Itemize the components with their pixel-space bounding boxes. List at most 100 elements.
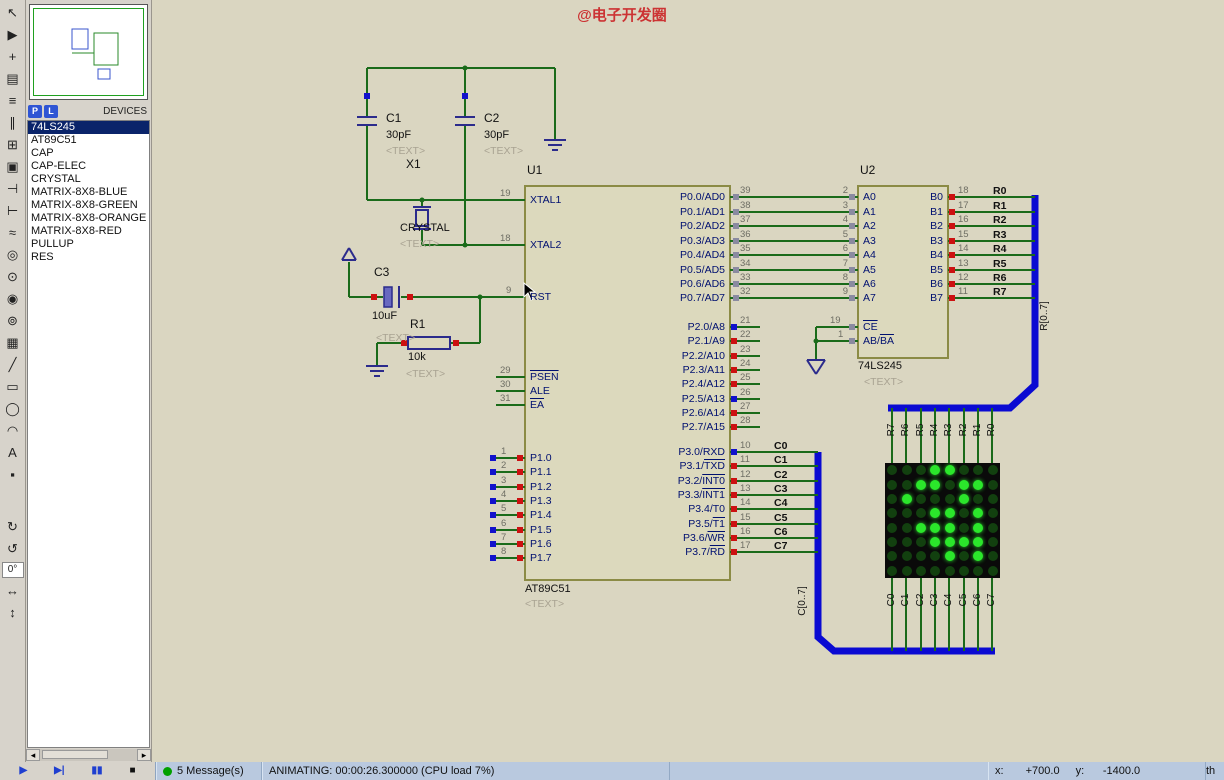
pick-devices-button[interactable]: P xyxy=(28,104,42,118)
virtual-instruments-mode-icon[interactable]: ▦ xyxy=(2,332,24,354)
line-tool-icon[interactable]: ╱ xyxy=(2,354,24,376)
device-list-item[interactable]: CRYSTAL xyxy=(28,173,149,186)
pin-name-text: P2.2/A10 xyxy=(681,350,725,362)
logic-state-indicator xyxy=(849,238,855,244)
matrix-dot xyxy=(930,522,941,533)
instant-edit-mode-icon[interactable]: ▣ xyxy=(2,156,24,178)
device-list-item[interactable]: AT89C51 xyxy=(28,134,149,147)
logic-state-indicator xyxy=(733,252,739,258)
rotation-angle[interactable]: 0° xyxy=(1,562,24,578)
device-pins-mode-icon[interactable]: ⊢ xyxy=(2,200,24,222)
junction-dot-mode-icon[interactable]: + xyxy=(2,46,24,68)
schematic-canvas[interactable]: @电子开发圈 39 2 P0.0/AD0 A0 38 3 P0.1/AD1 A1 37 4 P0.2… xyxy=(152,0,1224,762)
text-script-mode-icon[interactable]: ≡ xyxy=(2,90,24,112)
pin-name: P3.7/RD xyxy=(597,546,725,558)
pin-name: P3.1/TXD xyxy=(597,460,725,472)
net-label: R4 xyxy=(929,423,940,437)
net-label: R6 xyxy=(993,272,1007,284)
pause-button[interactable]: ▮▮ xyxy=(92,763,103,779)
overview-minimap[interactable] xyxy=(29,4,148,100)
matrix-dot xyxy=(915,508,926,519)
message-section[interactable]: 5 Message(s) xyxy=(156,762,262,780)
mirror-vertical-icon[interactable]: ↕ xyxy=(2,602,24,624)
matrix-dot xyxy=(930,537,941,548)
pin-name: CE xyxy=(863,321,878,333)
pin-number: 26 xyxy=(740,387,751,398)
symbol-line xyxy=(348,247,357,261)
device-list-item[interactable]: MATRIX-8X8-RED xyxy=(28,225,149,238)
box-tool-icon[interactable]: ▭ xyxy=(2,376,24,398)
logic-state-indicator xyxy=(731,424,737,430)
pin-name-text: P2.4/A12 xyxy=(681,378,725,390)
text-tool-icon[interactable]: A xyxy=(2,442,24,464)
arc-tool-icon[interactable]: ◠ xyxy=(2,420,24,442)
selection-tool-icon[interactable]: ↖ xyxy=(2,2,24,24)
matrix-dot xyxy=(915,465,926,476)
stop-button[interactable]: ■ xyxy=(129,763,135,779)
voltage-probe-mode-icon[interactable]: ◉ xyxy=(2,288,24,310)
pin-number: 28 xyxy=(740,415,751,426)
matrix-dot xyxy=(887,522,898,533)
circle-tool-icon[interactable]: ◯ xyxy=(2,398,24,420)
devices-header-label: DEVICES xyxy=(103,105,147,117)
pin-number: 12 xyxy=(740,469,751,480)
scroll-left-arrow[interactable]: ◂ xyxy=(26,749,40,761)
net-label: C0 xyxy=(886,593,897,607)
net-label: C6 xyxy=(774,526,788,538)
mirror-horizontal-icon[interactable]: ↔ xyxy=(2,580,24,602)
device-list-item[interactable]: PULLUP xyxy=(28,238,149,251)
pin-number: 30 xyxy=(500,379,511,390)
net-label: C1 xyxy=(900,593,911,607)
device-list-item[interactable]: MATRIX-8X8-GREEN xyxy=(28,199,149,212)
capacitor-c3-plate[interactable] xyxy=(383,286,393,308)
device-list-item[interactable]: RES xyxy=(28,251,149,264)
pin-number: 5 xyxy=(842,229,848,240)
generator-mode-icon[interactable]: ⊙ xyxy=(2,266,24,288)
wire-label-mode-icon[interactable]: ▤ xyxy=(2,68,24,90)
component-ref: U1 xyxy=(527,163,543,177)
rotate-clockwise-icon[interactable]: ↻ xyxy=(2,516,24,538)
pin-number: 33 xyxy=(740,272,751,283)
step-button[interactable]: ▶| xyxy=(54,763,65,779)
graph-mode-icon[interactable]: ≈ xyxy=(2,222,24,244)
device-list-item[interactable]: CAP-ELEC xyxy=(28,160,149,173)
component-mode-icon[interactable]: ▶ xyxy=(2,24,24,46)
pin-name: ALE xyxy=(530,385,550,397)
current-probe-mode-icon[interactable]: ⊚ xyxy=(2,310,24,332)
logic-state-indicator xyxy=(949,267,955,273)
symbol-tool-icon[interactable]: ▪ xyxy=(2,464,24,486)
net-label: R7 xyxy=(993,286,1007,298)
rotate-anticlockwise-icon[interactable]: ↺ xyxy=(2,538,24,560)
pin-name: B0 xyxy=(865,191,943,203)
pin-name: P0.2/AD2 xyxy=(597,220,725,232)
pin-name-text: INT1 xyxy=(702,489,725,501)
scroll-right-arrow[interactable]: ▸ xyxy=(137,749,151,761)
pin-number: 17 xyxy=(958,200,969,211)
scrollbar-track[interactable] xyxy=(40,749,137,761)
symbol-line xyxy=(341,247,350,261)
device-list-item[interactable]: MATRIX-8X8-BLUE xyxy=(28,186,149,199)
main-row: ↖ ▶ + ▤ ≡ ∥ ⊞ ▣ ⊣ ⊢ ≈ ◎ ⊙ ◉ ⊚ ▦ ╱ ▭ ◯ ◠ A ▪ ↻ ↺ 0° ↔ ↕ P L DEVICES… xyxy=(0,0,1224,762)
led-matrix[interactable] xyxy=(885,463,1000,578)
pin-name-text: INT0 xyxy=(702,475,725,487)
logic-state-indicator xyxy=(462,93,468,99)
tape-recorder-mode-icon[interactable]: ◎ xyxy=(2,244,24,266)
pin-number: 39 xyxy=(740,185,751,196)
library-manager-button[interactable]: L xyxy=(44,104,58,118)
matrix-dot xyxy=(987,522,998,533)
scrollbar-thumb[interactable] xyxy=(42,750,108,759)
logic-state-indicator xyxy=(731,492,737,498)
message-count[interactable]: 5 Message(s) xyxy=(177,765,244,777)
buses-mode-icon[interactable]: ∥ xyxy=(2,112,24,134)
pin-name-text: P3.0/RXD xyxy=(678,446,725,458)
devices-header-bar: P L DEVICES xyxy=(26,102,151,120)
device-list-item[interactable]: MATRIX-8X8-ORANGE xyxy=(28,212,149,225)
subcircuit-mode-icon[interactable]: ⊞ xyxy=(2,134,24,156)
pin-name-text: P1.6 xyxy=(530,538,552,550)
device-list-item[interactable]: CAP xyxy=(28,147,149,160)
inter-sheet-terminal-mode-icon[interactable]: ⊣ xyxy=(2,178,24,200)
play-button[interactable]: ▶ xyxy=(19,763,27,779)
logic-state-indicator xyxy=(490,484,496,490)
matrix-dot xyxy=(930,551,941,562)
device-list-item[interactable]: 74LS245 xyxy=(28,121,149,134)
